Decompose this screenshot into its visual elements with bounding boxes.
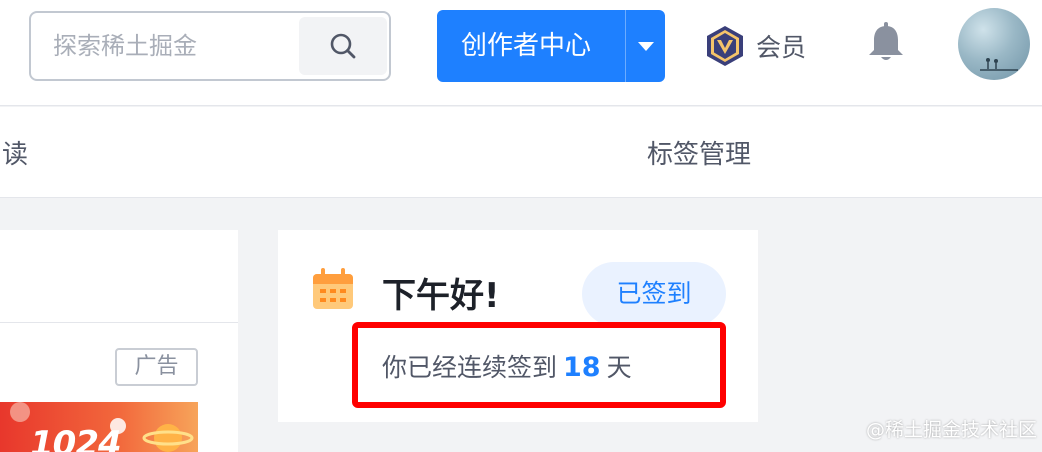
ad-badge: 广告 [115, 348, 198, 386]
subnav-item-tag-manage[interactable]: 标签管理 [647, 134, 751, 171]
creator-center-label: 创作者中心 [461, 31, 592, 61]
streak-text: 你已经连续签到 18 天 [382, 348, 632, 384]
ad-banner[interactable]: 1024 [0, 402, 198, 452]
watermark: @稀土掘金技术社区 [866, 419, 1038, 441]
notification-button[interactable] [864, 20, 908, 64]
avatar[interactable] [958, 8, 1030, 80]
banner-text: 1024 [30, 424, 122, 452]
chevron-down-icon[interactable] [638, 42, 654, 51]
signed-in-button[interactable]: 已签到 [582, 262, 726, 326]
subnav-item-read[interactable]: 读 [2, 134, 28, 171]
sub-navigation: 读 标签管理 [0, 107, 1042, 198]
bell-icon [869, 22, 903, 60]
divider [0, 322, 238, 323]
search-input[interactable] [53, 27, 303, 65]
creator-center-button[interactable]: 创作者中心 [437, 10, 665, 82]
search-icon [330, 33, 356, 59]
greeting-text: 下午好! [382, 276, 500, 316]
signin-card: 下午好! 已签到 你已经连续签到 18 天 [278, 230, 758, 422]
streak-suffix: 天 [606, 353, 632, 382]
vip-badge-icon [707, 26, 743, 66]
streak-prefix: 你已经连续签到 [382, 353, 558, 382]
vip-label: 会员 [756, 33, 807, 62]
search-button[interactable] [299, 17, 387, 75]
creator-divider [625, 10, 626, 82]
top-header: 创作者中心 会员 [0, 0, 1042, 106]
feed-card: 广告 1024 [0, 230, 238, 452]
vip-link[interactable]: 会员 [704, 24, 806, 68]
search-box [29, 11, 391, 81]
calendar-icon [313, 268, 353, 309]
streak-days: 18 [563, 352, 601, 383]
avatar-image [980, 58, 1018, 71]
